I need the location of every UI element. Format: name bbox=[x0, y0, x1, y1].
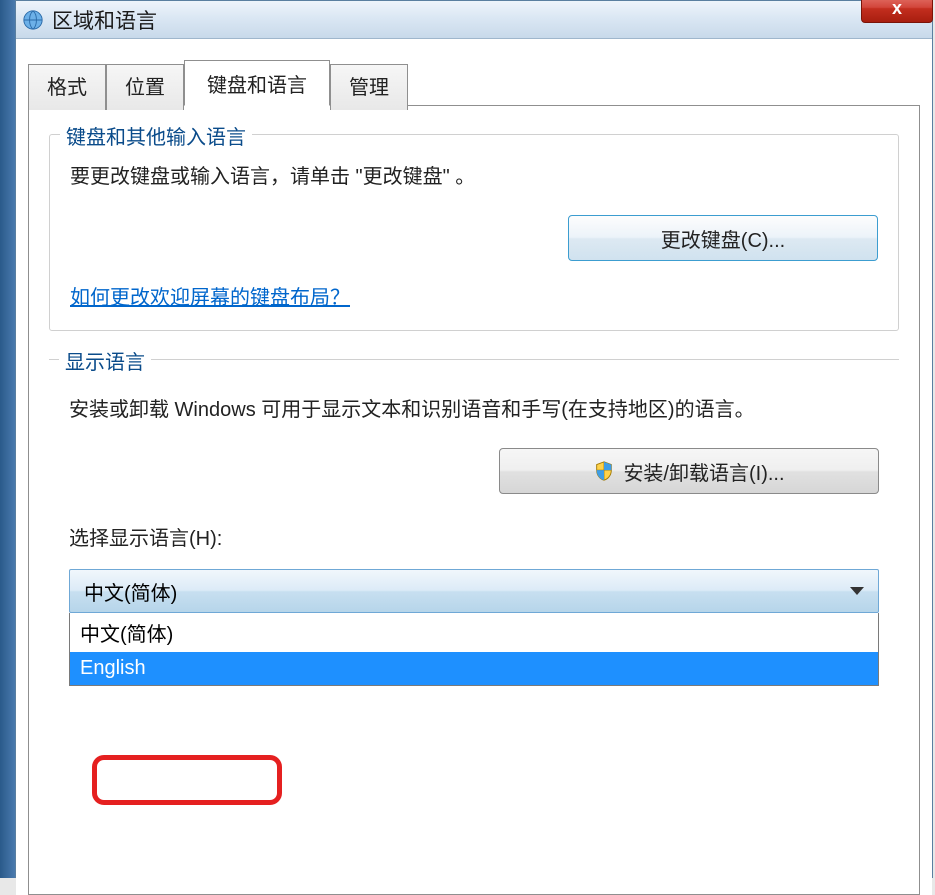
globe-icon bbox=[22, 9, 44, 31]
close-button[interactable]: x bbox=[861, 0, 933, 23]
dialog-body: 格式 位置 键盘和语言 管理 键盘和其他输入语言 要更改键盘或输入语言，请单击 … bbox=[16, 39, 932, 895]
tab-label: 格式 bbox=[47, 77, 87, 99]
groupbox-title: 键盘和其他输入语言 bbox=[60, 121, 252, 150]
tab-keyboard-language[interactable]: 键盘和语言 bbox=[184, 60, 330, 106]
groupbox-title: 显示语言 bbox=[59, 346, 151, 375]
button-row: 更改键盘(C)... bbox=[70, 215, 878, 261]
keyboard-description: 要更改键盘或输入语言，请单击 "更改键盘" 。 bbox=[70, 159, 878, 195]
button-label: 安装/卸载语言(I)... bbox=[623, 457, 784, 486]
dropdown-option-english[interactable]: English bbox=[70, 652, 878, 685]
display-language-dropdown: 中文(简体) English bbox=[69, 613, 879, 686]
display-language-combobox[interactable]: 中文(简体) bbox=[69, 569, 879, 613]
tab-admin[interactable]: 管理 bbox=[330, 64, 408, 110]
tab-label: 位置 bbox=[125, 77, 165, 99]
tab-strip: 格式 位置 键盘和语言 管理 bbox=[28, 60, 920, 106]
window-title: 区域和语言 bbox=[52, 5, 157, 35]
tab-label: 键盘和语言 bbox=[207, 75, 307, 97]
dialog-window: 区域和语言 x 格式 位置 键盘和语言 管理 键盘和其他输入语言 要更改键盘或输… bbox=[15, 0, 933, 878]
install-uninstall-language-button[interactable]: 安装/卸载语言(I)... bbox=[499, 448, 879, 494]
button-row: 安装/卸载语言(I)... bbox=[69, 448, 879, 494]
tab-location[interactable]: 位置 bbox=[106, 64, 184, 110]
link-text: 如何更改欢迎屏幕的键盘布局？ bbox=[70, 287, 350, 309]
tab-panel: 键盘和其他输入语言 要更改键盘或输入语言，请单击 "更改键盘" 。 更改键盘(C… bbox=[28, 105, 920, 895]
display-language-description: 安装或卸载 Windows 可用于显示文本和识别语音和手写(在支持地区)的语言。 bbox=[69, 392, 879, 428]
tab-format[interactable]: 格式 bbox=[28, 64, 106, 110]
close-icon: x bbox=[892, 0, 902, 19]
dropdown-option-chinese-simplified[interactable]: 中文(简体) bbox=[70, 613, 878, 652]
shield-icon bbox=[593, 460, 615, 482]
display-language-groupbox: 显示语言 安装或卸载 Windows 可用于显示文本和识别语音和手写(在支持地区… bbox=[49, 359, 899, 779]
window-frame-edge bbox=[0, 0, 15, 878]
chevron-down-icon bbox=[850, 587, 864, 595]
welcome-screen-layout-link[interactable]: 如何更改欢迎屏幕的键盘布局？ bbox=[70, 287, 350, 309]
titlebar[interactable]: 区域和语言 x bbox=[16, 1, 932, 39]
combobox-value: 中文(简体) bbox=[84, 577, 177, 606]
keyboard-groupbox: 键盘和其他输入语言 要更改键盘或输入语言，请单击 "更改键盘" 。 更改键盘(C… bbox=[49, 134, 899, 331]
button-label: 更改键盘(C)... bbox=[661, 224, 785, 253]
option-label: English bbox=[80, 657, 146, 679]
change-keyboard-button[interactable]: 更改键盘(C)... bbox=[568, 215, 878, 261]
option-label: 中文(简体) bbox=[80, 624, 173, 646]
select-display-language-label: 选择显示语言(H): bbox=[69, 522, 879, 551]
tab-label: 管理 bbox=[349, 77, 389, 99]
